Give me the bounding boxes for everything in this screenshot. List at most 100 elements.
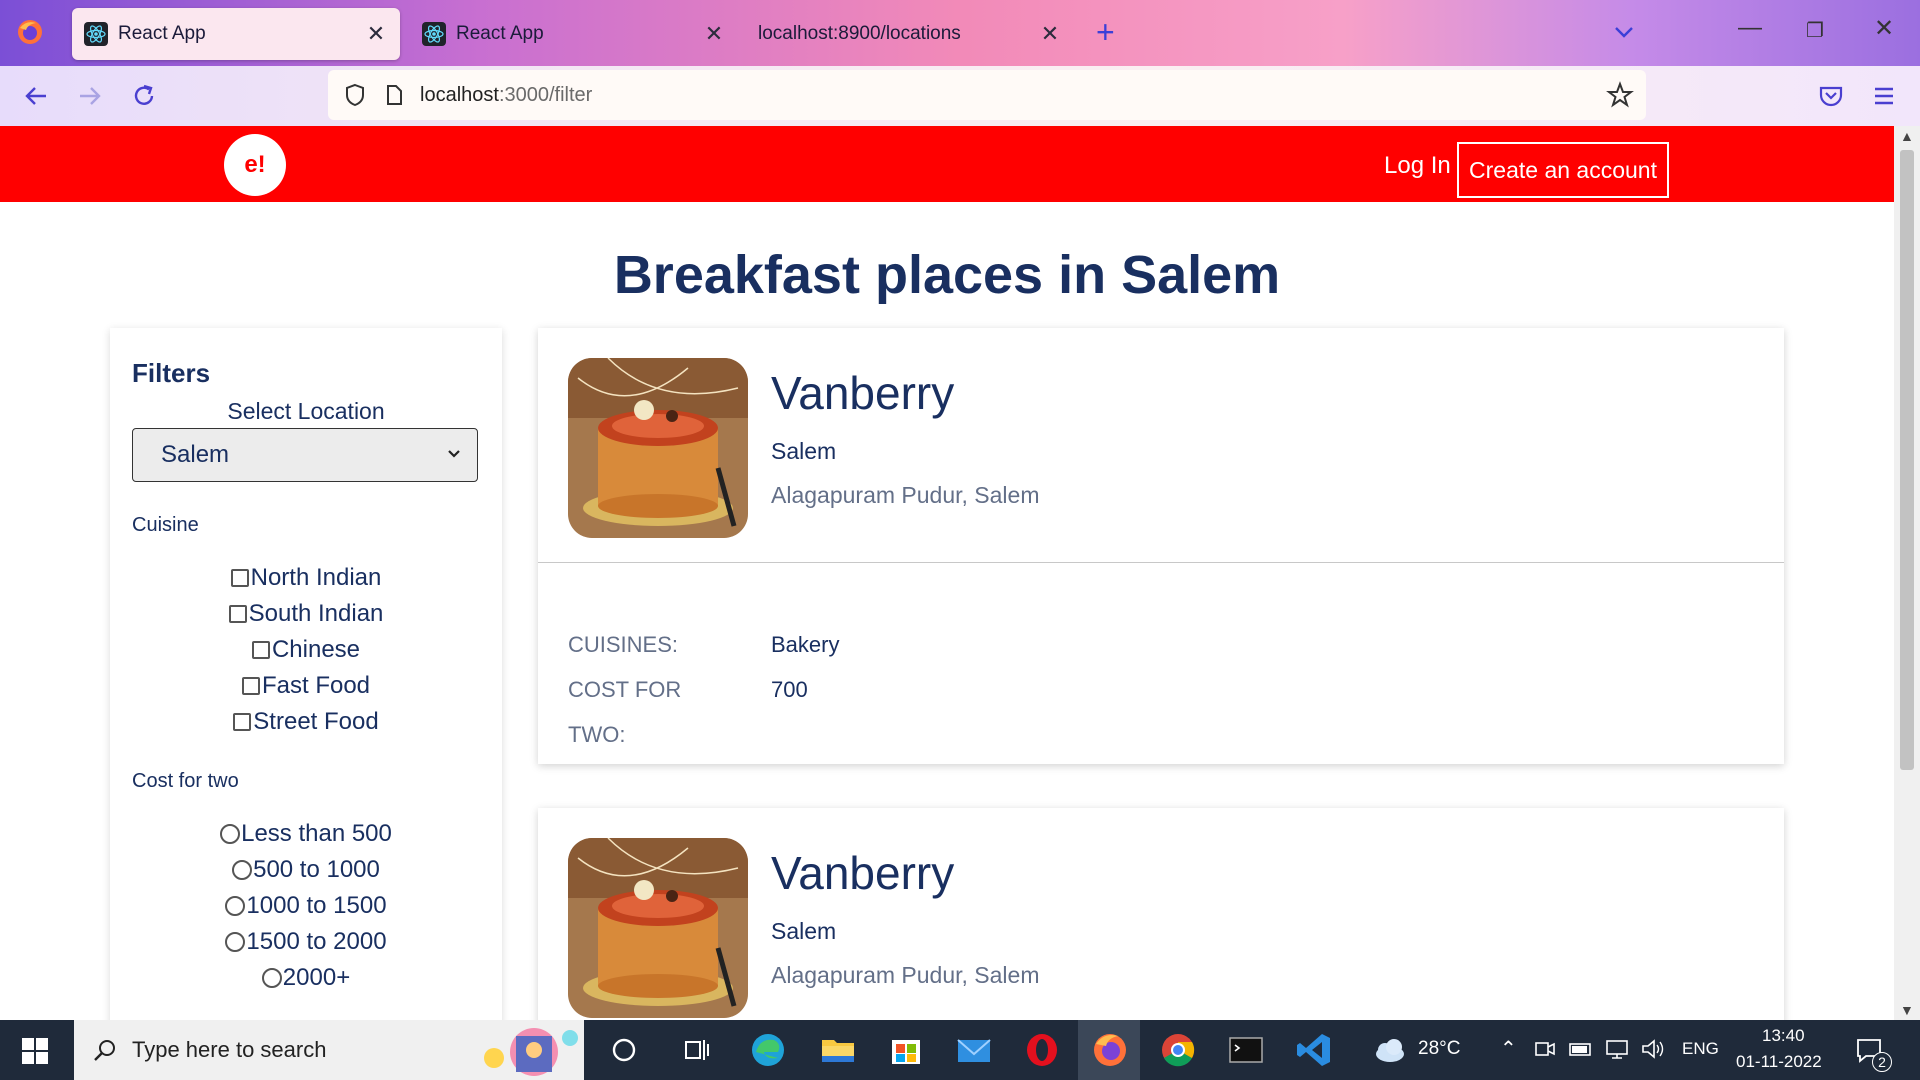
tab-locations[interactable]: localhost:8900/locations ✕: [746, 8, 1074, 60]
file-explorer-icon[interactable]: [818, 1030, 858, 1070]
cost-option-less-than-500[interactable]: Less than 500: [110, 816, 502, 852]
restaurant-name: Vanberry: [771, 367, 955, 419]
search-placeholder: Type here to search: [132, 1037, 327, 1062]
cuisine-option-chinese[interactable]: Chinese: [110, 632, 502, 668]
network-icon[interactable]: [1604, 1036, 1630, 1062]
terminal-icon[interactable]: [1226, 1030, 1266, 1070]
radio-button[interactable]: [225, 896, 246, 916]
cuisine-option-north-indian[interactable]: North Indian: [110, 560, 502, 596]
opera-icon[interactable]: [1022, 1030, 1062, 1070]
cuisine-option-label: Chinese: [271, 636, 361, 663]
new-tab-icon[interactable]: +: [1096, 14, 1115, 51]
cortana-icon[interactable]: [604, 1030, 644, 1070]
hamburger-menu-icon[interactable]: [1868, 80, 1900, 112]
minimize-icon[interactable]: —: [1738, 14, 1762, 42]
edge-icon[interactable]: [748, 1030, 788, 1070]
reload-icon[interactable]: [128, 80, 160, 112]
back-icon[interactable]: [20, 80, 52, 112]
show-hidden-icons-icon[interactable]: ⌃: [1500, 1036, 1517, 1061]
close-tab-icon[interactable]: ✕: [364, 21, 388, 47]
radio-button[interactable]: [261, 968, 282, 988]
clock-date[interactable]: 01-11-2022: [1736, 1052, 1822, 1072]
weather-cloud-icon[interactable]: [1368, 1030, 1408, 1070]
cost-option-label: 2000+: [282, 964, 351, 991]
create-account-button[interactable]: Create an account: [1457, 142, 1669, 198]
cost-option-label: 500 to 1000: [253, 856, 380, 883]
radio-button[interactable]: [232, 860, 253, 880]
restaurant-card[interactable]: Vanberry Salem Alagapuram Pudur, Salem C…: [538, 328, 1784, 764]
page-scrollbar[interactable]: ▲ ▼: [1894, 126, 1920, 1020]
scrollbar-thumb[interactable]: [1900, 150, 1914, 770]
cost-option-500-1000[interactable]: 500 to 1000: [110, 852, 502, 888]
react-icon: [422, 22, 446, 46]
chrome-icon[interactable]: [1158, 1030, 1198, 1070]
checkbox[interactable]: [228, 605, 247, 623]
close-tab-icon[interactable]: ✕: [702, 21, 726, 47]
restaurant-image: [568, 838, 748, 1018]
cuisines-label: CUISINES:: [568, 632, 679, 657]
login-link[interactable]: Log In: [1384, 152, 1451, 180]
cuisine-option-fast-food[interactable]: Fast Food: [110, 668, 502, 704]
restore-icon[interactable]: ❐: [1806, 18, 1824, 43]
react-icon: [84, 22, 108, 46]
radio-button[interactable]: [220, 824, 241, 844]
brand-logo[interactable]: e!: [224, 134, 286, 196]
restaurant-image: [568, 358, 748, 538]
restaurant-card[interactable]: Vanberry Salem Alagapuram Pudur, Salem: [538, 808, 1784, 1020]
url-host: localhost: [420, 83, 499, 106]
cake-image: [568, 838, 748, 1018]
close-tab-icon[interactable]: ✕: [1038, 21, 1062, 47]
cost-option-1500-2000[interactable]: 1500 to 2000: [110, 924, 502, 960]
mail-icon[interactable]: [954, 1030, 994, 1070]
firefox-icon[interactable]: [1090, 1030, 1130, 1070]
vscode-icon[interactable]: [1294, 1030, 1334, 1070]
weather-temperature[interactable]: 28°C: [1418, 1038, 1460, 1060]
restaurant-name: Vanberry: [771, 847, 955, 899]
cost-option-1000-1500[interactable]: 1000 to 1500: [110, 888, 502, 924]
checkbox[interactable]: [230, 569, 249, 587]
language-indicator[interactable]: ENG: [1682, 1039, 1719, 1059]
restaurant-city: Salem: [771, 438, 837, 464]
volume-icon[interactable]: [1640, 1036, 1666, 1062]
cost-for-two-label-line-2: TWO:: [568, 722, 626, 747]
checkbox[interactable]: [251, 641, 270, 659]
bookmark-star-icon[interactable]: [1606, 81, 1634, 109]
tab-react-app-2[interactable]: React App ✕: [410, 8, 738, 60]
firefox-menu-icon[interactable]: [16, 18, 44, 46]
close-window-icon[interactable]: ✕: [1874, 14, 1894, 43]
cost-option-label: 1500 to 2000: [246, 928, 387, 955]
pocket-icon[interactable]: [1815, 80, 1847, 112]
url-path: :3000/filter: [498, 83, 593, 106]
checkbox[interactable]: [241, 677, 260, 695]
cost-option-2000-plus[interactable]: 2000+: [110, 960, 502, 996]
forward-icon[interactable]: [74, 80, 106, 112]
location-select[interactable]: Salem: [132, 428, 478, 482]
taskbar-search-box[interactable]: Type here to search: [74, 1020, 584, 1080]
scroll-down-icon[interactable]: ▼: [1900, 1002, 1914, 1018]
cuisine-option-south-indian[interactable]: South Indian: [110, 596, 502, 632]
cuisine-options: North Indian South Indian Chinese Fast F…: [110, 560, 502, 740]
task-view-icon[interactable]: [676, 1030, 716, 1070]
checkbox[interactable]: [233, 713, 252, 731]
site-header: e! Log In Create an account: [0, 126, 1894, 202]
filter-panel: Filters Select Location Salem Cuisine No…: [110, 328, 502, 1020]
page-info-icon[interactable]: [382, 83, 406, 107]
list-all-tabs-icon[interactable]: [1610, 18, 1638, 46]
radio-button[interactable]: [225, 932, 246, 952]
battery-icon[interactable]: [1568, 1036, 1594, 1062]
cost-for-two-label: Cost for two: [132, 770, 239, 792]
cuisine-label: Cuisine: [132, 514, 199, 536]
cost-for-two-value: 700: [771, 677, 808, 702]
windows-start-icon[interactable]: [22, 1038, 48, 1064]
restaurant-address: Alagapuram Pudur, Salem: [771, 962, 1040, 988]
scroll-up-icon[interactable]: ▲: [1900, 128, 1914, 144]
cuisines-value: Bakery: [771, 632, 840, 657]
cuisine-option-street-food[interactable]: Street Food: [110, 704, 502, 740]
url-bar[interactable]: localhost:3000/filter: [328, 70, 1646, 120]
microsoft-store-icon[interactable]: [886, 1030, 926, 1070]
tab-react-app-1[interactable]: React App ✕: [72, 8, 400, 60]
cuisine-option-label: South Indian: [248, 600, 384, 627]
meet-now-icon[interactable]: [1532, 1036, 1558, 1062]
clock-time[interactable]: 13:40: [1762, 1026, 1805, 1046]
shield-icon[interactable]: [342, 82, 368, 108]
